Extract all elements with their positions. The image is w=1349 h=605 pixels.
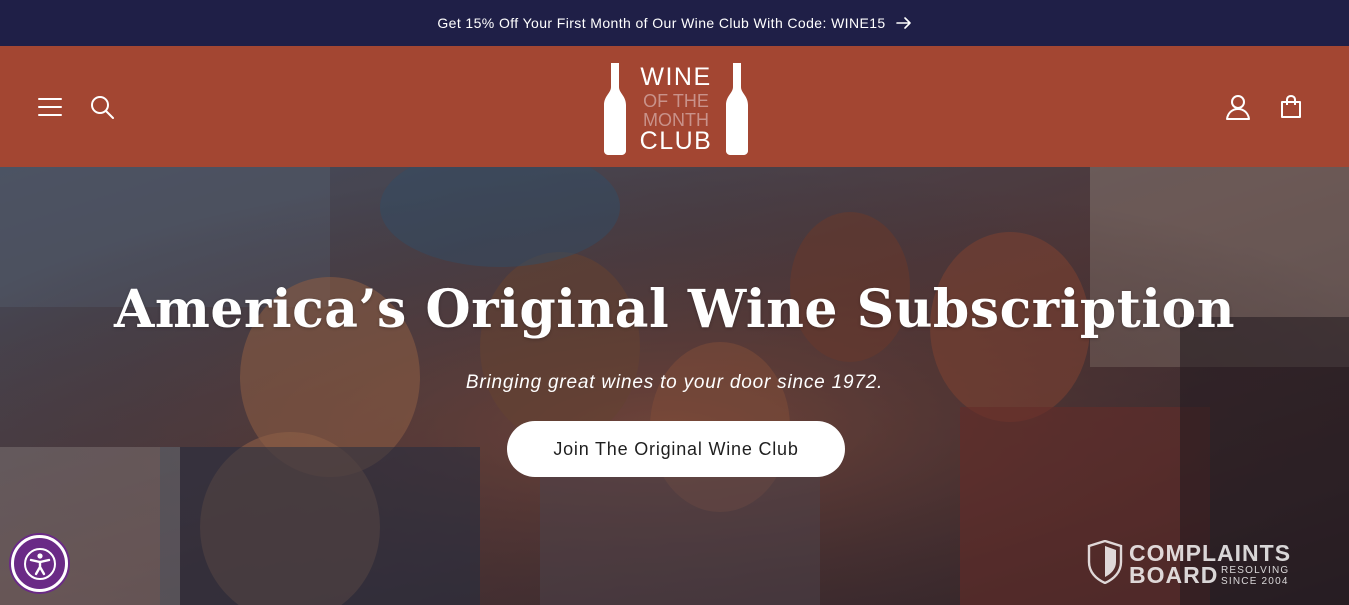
watermark-tag2: SINCE 2004 [1221, 576, 1289, 587]
wine-bottle-icon [604, 63, 626, 155]
watermark-tag1: RESOLVING [1221, 565, 1290, 576]
cart-icon[interactable] [1271, 46, 1311, 167]
announcement-bar[interactable]: Get 15% Off Your First Month of Our Wine… [0, 0, 1349, 46]
join-wine-club-button[interactable]: Join The Original Wine Club [507, 421, 845, 477]
announcement-text: Get 15% Off Your First Month of Our Wine… [437, 15, 886, 31]
complaints-board-watermark: COMPLAINTS BOARD RESOLVING SINCE 2004 [1087, 539, 1302, 588]
logo-text-of-the: OF THE [643, 91, 709, 111]
account-icon[interactable] [1218, 46, 1258, 167]
watermark-line2: BOARD [1129, 562, 1219, 588]
site-logo[interactable]: WINE OF THE MONTH CLUB [602, 63, 750, 155]
watermark-tagline: RESOLVING SINCE 2004 [1221, 565, 1289, 587]
wine-bottle-icon [726, 63, 748, 155]
accessibility-button[interactable] [11, 535, 68, 592]
arrow-right-icon [895, 16, 912, 30]
shield-icon [1087, 539, 1123, 585]
hero-title: America’s Original Wine Subscription [113, 279, 1236, 340]
logo-text-club: CLUB [639, 127, 713, 155]
site-header: WINE OF THE MONTH CLUB [0, 46, 1349, 167]
accessibility-icon [23, 547, 56, 580]
menu-icon[interactable] [30, 46, 70, 167]
hero-subtitle: Bringing great wines to your door since … [465, 372, 884, 393]
logo-text-wine: WINE [640, 63, 712, 91]
search-icon[interactable] [82, 46, 122, 167]
